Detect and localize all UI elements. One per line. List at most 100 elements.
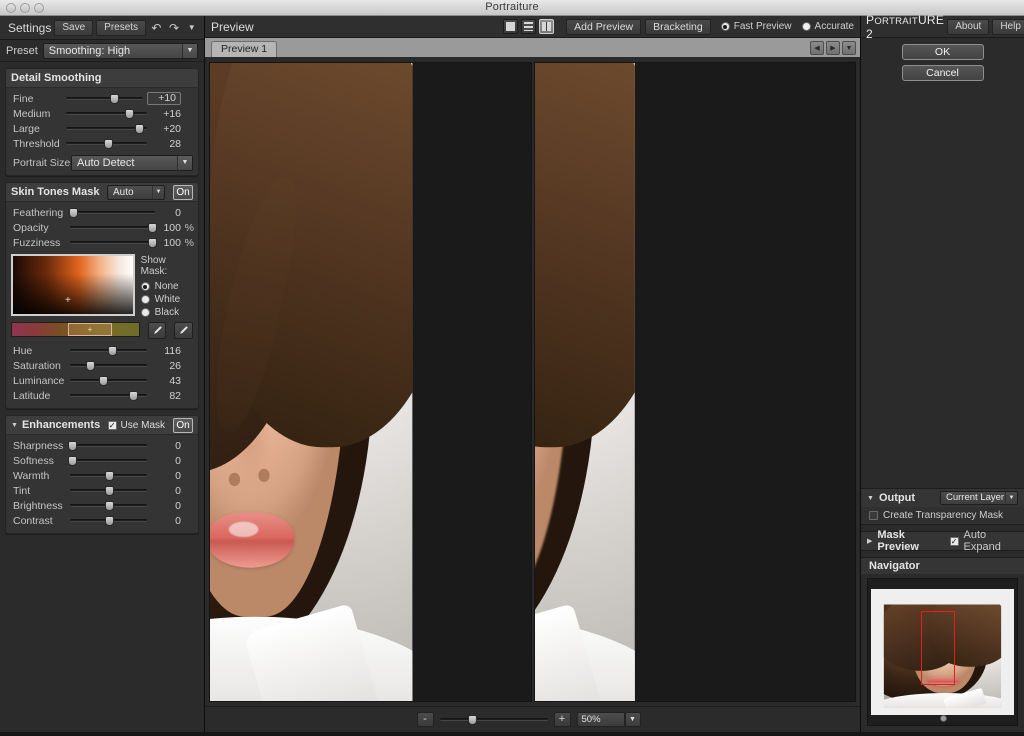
sharpness-value[interactable]: 0 <box>151 440 181 452</box>
slider-knob[interactable] <box>147 238 157 248</box>
auto-expand-checkbox[interactable]: ✓ <box>949 536 959 546</box>
slider-knob[interactable] <box>104 516 114 526</box>
portrait-size-select[interactable]: Auto Detect ▼ <box>71 154 193 171</box>
chevron-down-icon[interactable]: ▼ <box>624 712 641 727</box>
slider-knob[interactable] <box>99 376 109 386</box>
eyedropper-icon[interactable] <box>147 322 167 339</box>
chevron-down-icon[interactable]: ▼ <box>842 41 856 55</box>
zoom-slider[interactable] <box>439 712 548 727</box>
split-horizontal-view-button[interactable] <box>521 19 537 34</box>
transparency-mask-row[interactable]: ✓ Create Transparency Mask <box>861 507 1024 524</box>
chevron-down-icon[interactable]: ▼ <box>184 20 199 36</box>
chevron-left-icon[interactable]: ◀ <box>810 41 824 55</box>
tint-value[interactable]: 0 <box>151 485 181 497</box>
warmth-value[interactable]: 0 <box>151 470 181 482</box>
triangle-down-icon[interactable]: ▼ <box>867 495 874 502</box>
tint-slider[interactable] <box>70 483 147 498</box>
large-slider[interactable] <box>66 121 147 136</box>
preview-canvas[interactable] <box>205 58 860 706</box>
single-view-button[interactable] <box>503 19 519 34</box>
accurate-option[interactable]: Accurate <box>801 20 854 33</box>
skin-mask-on-toggle[interactable]: On <box>173 184 193 200</box>
fuzziness-value[interactable]: 100 <box>159 237 181 249</box>
redo-icon[interactable]: ↷ <box>167 20 182 36</box>
save-button[interactable]: Save <box>54 19 94 36</box>
slider-knob[interactable] <box>125 109 135 119</box>
slider-knob[interactable] <box>86 361 96 371</box>
threshold-value[interactable]: 28 <box>151 138 181 150</box>
brightness-value[interactable]: 0 <box>151 500 181 512</box>
triangle-down-icon[interactable]: ▼ <box>11 422 18 429</box>
mask-preview-header[interactable]: ▶ Mask Preview ✓ Auto Expand <box>861 529 1024 553</box>
slider-knob[interactable] <box>68 208 78 218</box>
skin-color-field[interactable]: + <box>11 254 135 316</box>
detail-smoothing-header[interactable]: Detail Smoothing <box>6 69 198 88</box>
enhancements-on-toggle[interactable]: On <box>173 417 193 433</box>
show-mask-option-black[interactable]: Black <box>140 306 193 319</box>
opacity-value[interactable]: 100 <box>159 222 181 234</box>
brightness-slider[interactable] <box>70 498 147 513</box>
bracketing-button[interactable]: Bracketing <box>645 18 711 35</box>
slider-knob[interactable] <box>134 124 144 134</box>
use-mask-checkbox[interactable]: ✓ <box>107 420 117 430</box>
preset-select[interactable]: Smoothing: High ▼ <box>42 42 198 59</box>
saturation-slider[interactable] <box>70 358 147 373</box>
cancel-button[interactable]: Cancel <box>901 65 984 81</box>
show-mask-option-none[interactable]: None <box>140 280 193 293</box>
slider-knob[interactable] <box>129 391 139 401</box>
latitude-value[interactable]: 82 <box>151 390 181 402</box>
medium-slider[interactable] <box>66 106 147 121</box>
help-button[interactable]: Help <box>992 18 1024 35</box>
softness-slider[interactable] <box>68 453 147 468</box>
skin-mask-mode-select[interactable]: Auto ▼ <box>107 184 165 200</box>
feathering-slider[interactable] <box>68 205 155 220</box>
preview-tab-1[interactable]: Preview 1 <box>211 41 278 57</box>
zoom-out-button[interactable]: - <box>416 712 434 727</box>
slider-knob[interactable] <box>68 441 78 451</box>
fine-slider[interactable] <box>66 91 143 106</box>
fine-value[interactable]: +10 <box>147 92 181 105</box>
enhancements-header[interactable]: ▼ Enhancements ✓ Use Mask On <box>6 416 198 435</box>
hue-range-strip[interactable]: + <box>11 322 140 337</box>
split-vertical-view-button[interactable] <box>539 19 555 34</box>
navigator-box[interactable] <box>867 578 1018 726</box>
luminance-slider[interactable] <box>70 373 147 388</box>
hue-value[interactable]: 116 <box>151 345 181 357</box>
slider-knob[interactable] <box>104 501 114 511</box>
preview-pane-original[interactable] <box>209 62 532 702</box>
slider-knob[interactable] <box>108 346 118 356</box>
slider-knob[interactable] <box>104 471 114 481</box>
hue-slider[interactable] <box>70 343 147 358</box>
contrast-slider[interactable] <box>70 513 147 528</box>
show-mask-option-white[interactable]: White <box>140 293 193 306</box>
slider-knob[interactable] <box>104 139 114 149</box>
ok-button[interactable]: OK <box>901 44 984 60</box>
navigator-viewport-rect[interactable] <box>921 611 955 685</box>
zoom-level-select[interactable]: 50% ▼ <box>576 712 641 727</box>
add-preview-button[interactable]: Add Preview <box>566 18 642 35</box>
saturation-value[interactable]: 26 <box>151 360 181 372</box>
slider-knob[interactable] <box>109 94 119 104</box>
opacity-slider[interactable] <box>70 220 157 235</box>
contrast-value[interactable]: 0 <box>151 515 181 527</box>
presets-button[interactable]: Presets <box>96 19 147 36</box>
create-transparency-mask-checkbox[interactable]: ✓ <box>869 511 878 520</box>
navigator-thumbnail[interactable] <box>871 589 1014 715</box>
output-target-select[interactable]: Current Layer ▼ <box>940 491 1018 505</box>
triangle-right-icon[interactable]: ▶ <box>867 537 872 545</box>
softness-value[interactable]: 0 <box>151 455 181 467</box>
large-value[interactable]: +20 <box>151 123 181 135</box>
slider-knob[interactable] <box>467 715 477 725</box>
hue-selection-range[interactable]: + <box>68 323 112 336</box>
undo-icon[interactable]: ↶ <box>149 20 164 36</box>
fast-preview-option[interactable]: Fast Preview <box>720 20 792 33</box>
eyedropper-plus-icon[interactable] <box>174 322 193 339</box>
medium-value[interactable]: +16 <box>151 108 181 120</box>
luminance-value[interactable]: 43 <box>151 375 181 387</box>
navigator-resize-handle[interactable] <box>939 715 947 722</box>
zoom-in-button[interactable]: + <box>553 712 571 727</box>
slider-knob[interactable] <box>147 223 157 233</box>
latitude-slider[interactable] <box>70 388 147 403</box>
sharpness-slider[interactable] <box>68 438 147 453</box>
threshold-slider[interactable] <box>66 136 147 151</box>
